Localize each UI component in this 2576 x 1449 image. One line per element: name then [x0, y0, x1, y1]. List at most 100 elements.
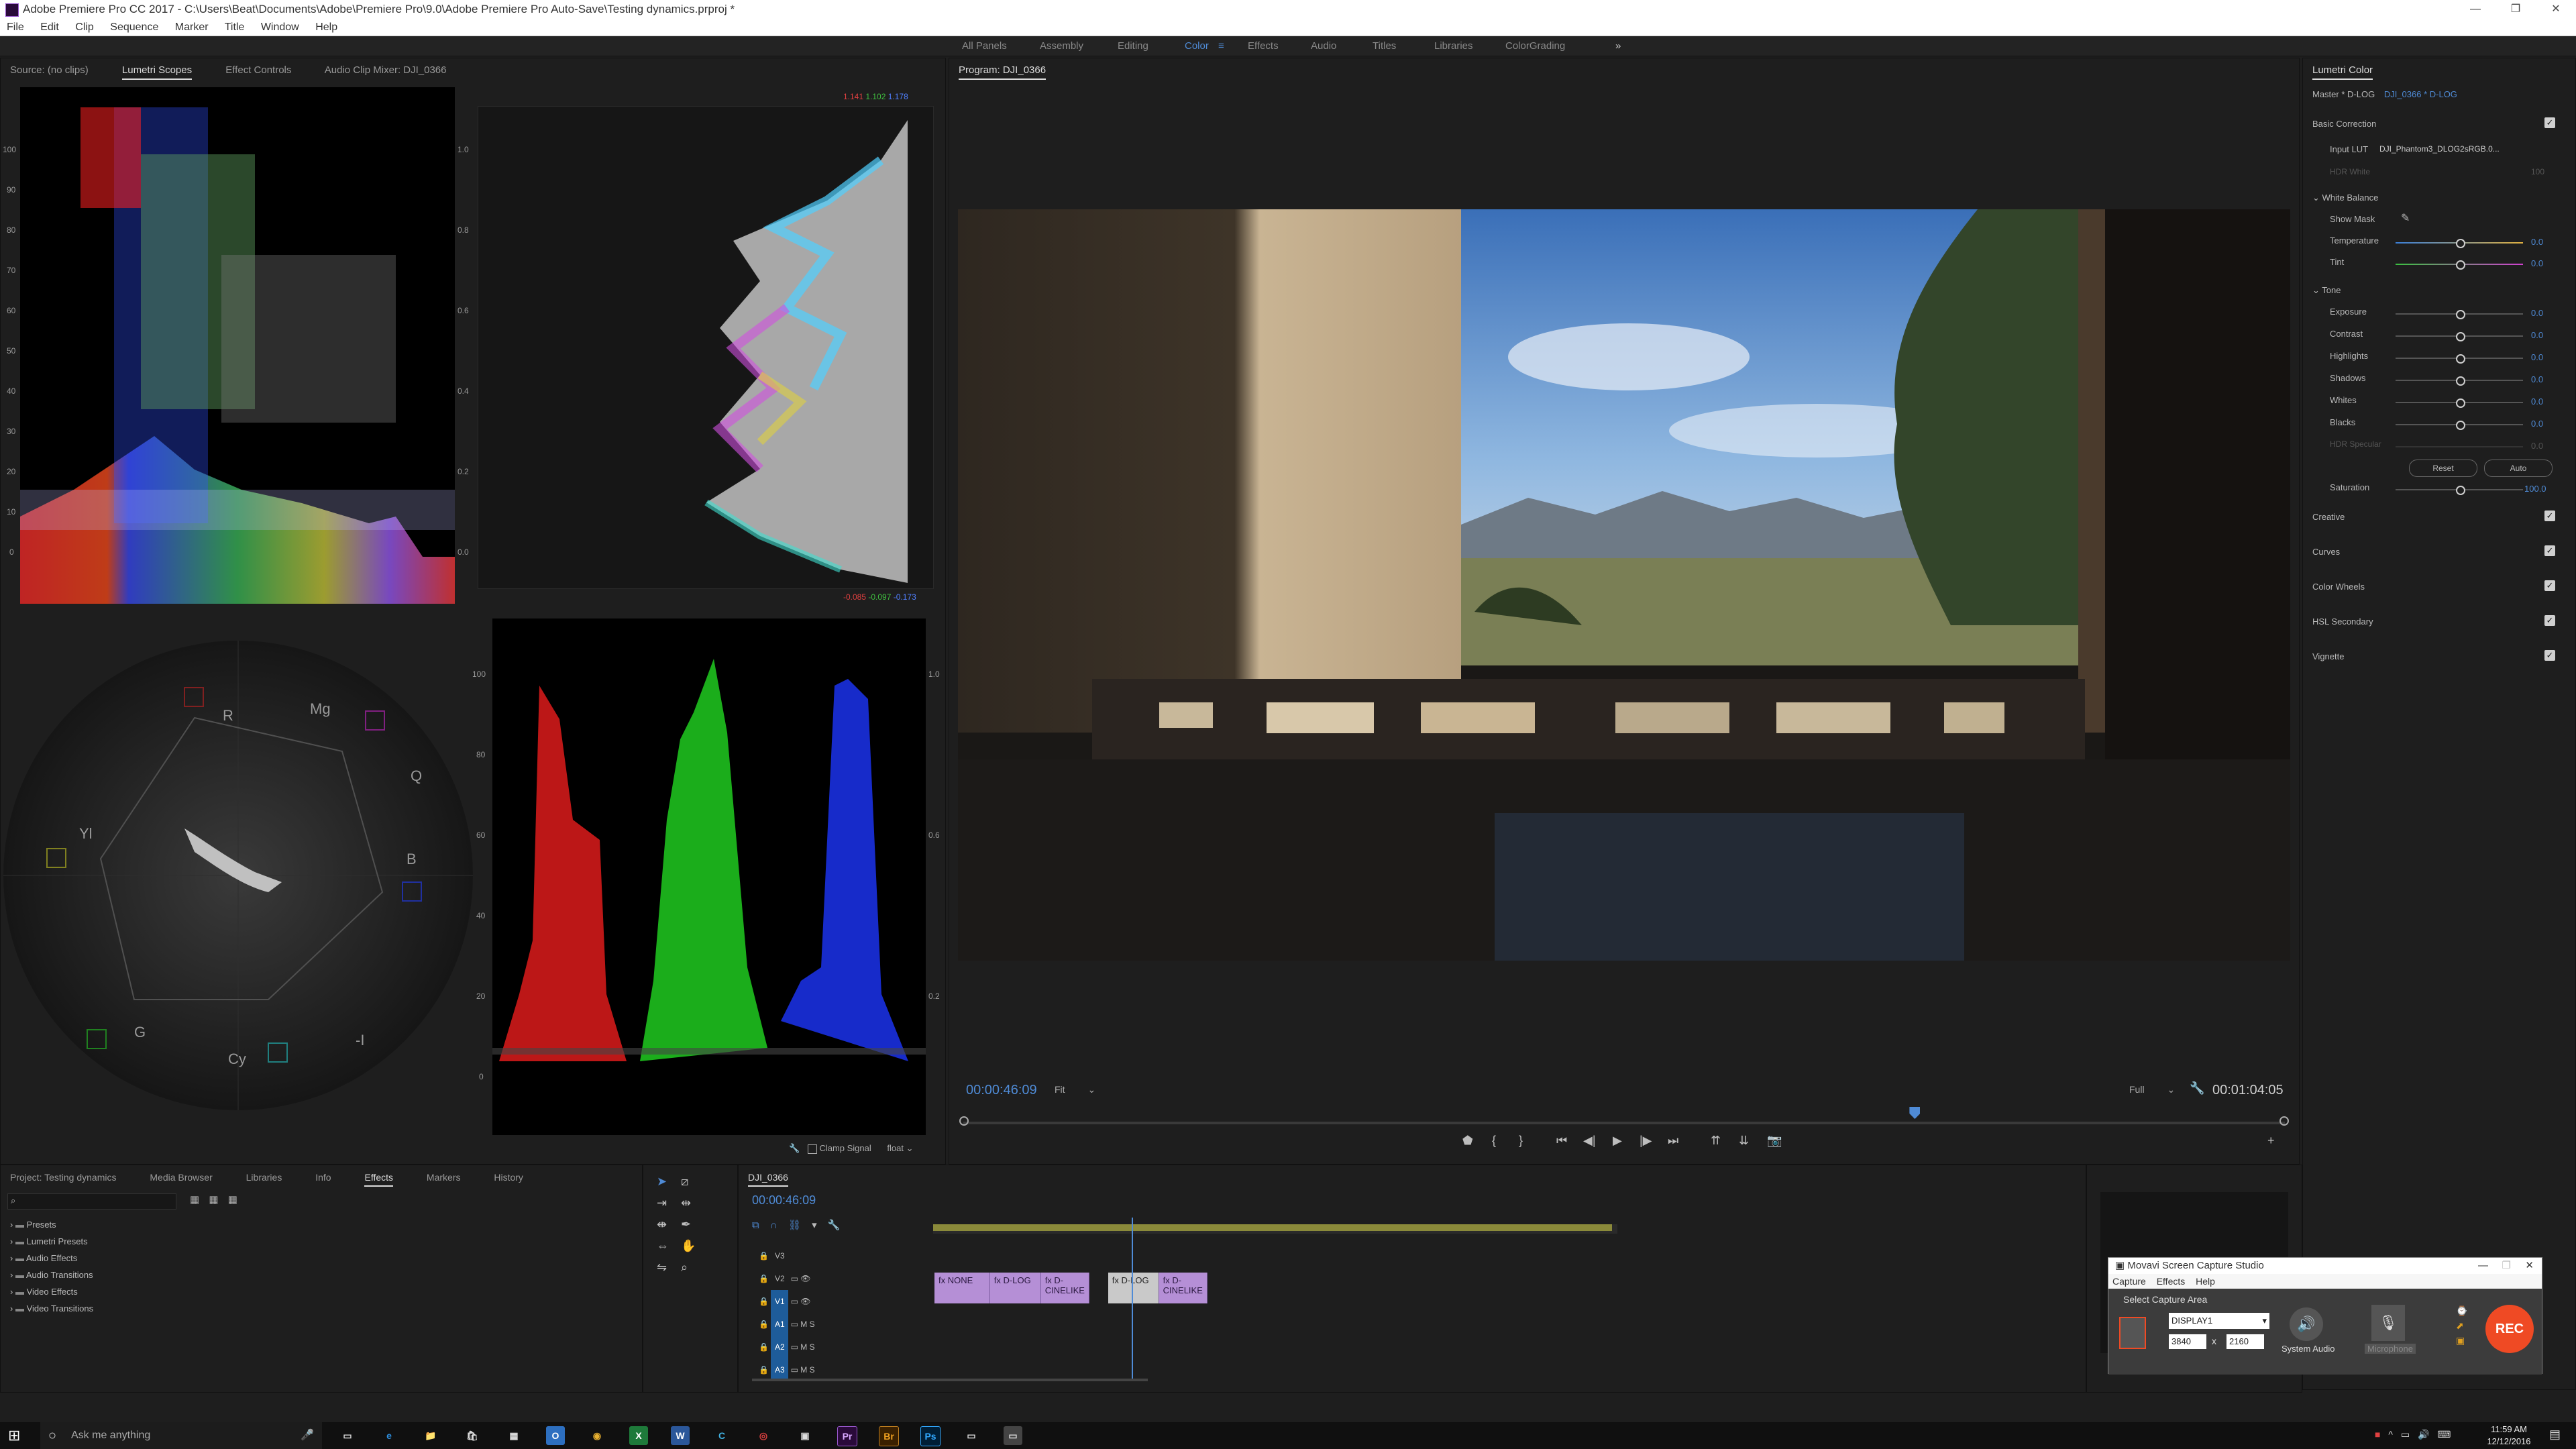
display-select[interactable]: DISPLAY1 ▾ — [2169, 1313, 2269, 1329]
extract-icon[interactable]: ⇊ — [1739, 1134, 1749, 1148]
cursor-effects-icon[interactable]: ⬈ — [2456, 1318, 2467, 1333]
timeline-timecode[interactable]: 00:00:46:09 — [752, 1193, 816, 1208]
menu-sequence[interactable]: Sequence — [110, 21, 158, 33]
menu-window[interactable]: Window — [261, 21, 299, 33]
wrench-icon[interactable]: 🔧 — [789, 1143, 800, 1153]
basic-correction-checkbox[interactable]: ✓ — [2544, 117, 2555, 128]
tab-audio-clip-mixer[interactable]: Audio Clip Mixer: DJI_0366 — [325, 64, 447, 76]
temperature-knob[interactable] — [2456, 239, 2465, 248]
vignette-checkbox[interactable]: ✓ — [2544, 650, 2555, 661]
input-lut-select[interactable]: DJI_Phantom3_DLOG2sRGB.0... — [2379, 142, 2554, 156]
clamp-signal-checkbox[interactable] — [807, 1144, 817, 1154]
webcam-icon[interactable]: ▣ — [2456, 1333, 2467, 1348]
program-scrubber-track[interactable] — [963, 1122, 2285, 1124]
movavi-maximize-button[interactable]: ❐ — [2502, 1258, 2511, 1274]
action-center-icon[interactable]: ▤ — [2549, 1428, 2561, 1442]
folder-audio-effects[interactable]: › ▬ Audio Effects — [10, 1250, 93, 1267]
tone-header[interactable]: ⌄ Tone — [2312, 285, 2341, 296]
capture-area-icon[interactable] — [2119, 1317, 2146, 1349]
movavi-minimize-button[interactable]: — — [2478, 1258, 2488, 1274]
outlook-icon[interactable]: O — [546, 1426, 565, 1445]
tab-effect-controls[interactable]: Effect Controls — [225, 64, 291, 76]
workspace-editing[interactable]: Editing — [1118, 36, 1148, 56]
tab-info[interactable]: Info — [315, 1172, 331, 1183]
tray-app-icon[interactable]: ■ — [2375, 1429, 2380, 1440]
razor-tool-icon[interactable]: ⧄ — [681, 1175, 688, 1189]
tint-value[interactable]: 0.0 — [2531, 258, 2543, 268]
pen-tool-icon[interactable]: ✒ — [681, 1218, 691, 1232]
workspace-audio[interactable]: Audio — [1311, 36, 1336, 56]
timeline-clip-dlog-2[interactable]: fx D-LOG — [1108, 1273, 1159, 1303]
32bit-effects-icon[interactable]: ▦ — [209, 1194, 218, 1205]
monitor-app-icon[interactable]: ▣ — [796, 1426, 814, 1445]
add-marker-icon[interactable]: ⬟ — [1462, 1134, 1473, 1148]
highlights-value[interactable]: 0.0 — [2531, 352, 2543, 362]
add-button-icon[interactable]: + — [2267, 1134, 2275, 1148]
tab-source[interactable]: Source: (no clips) — [10, 64, 89, 76]
workspace-titles[interactable]: Titles — [1373, 36, 1396, 56]
microphone-icon[interactable]: 🎙 — [2371, 1305, 2405, 1341]
keyboard-icon[interactable]: ⌨ — [2437, 1429, 2451, 1440]
add-marker-icon[interactable]: ▾ — [812, 1220, 817, 1231]
scrubber-end-handle[interactable] — [2279, 1116, 2289, 1126]
track-v2[interactable]: 🔒 V2 ▭ 👁 — [759, 1267, 815, 1290]
cortana-search-box[interactable]: ○ Ask me anything 🎤 — [40, 1422, 322, 1449]
menu-help[interactable]: Help — [315, 21, 337, 33]
scrubber-start-handle[interactable] — [959, 1116, 969, 1126]
contrast-value[interactable]: 0.0 — [2531, 330, 2543, 340]
menu-title[interactable]: Title — [225, 21, 245, 33]
slip-tool-icon[interactable]: ⇔ — [657, 1239, 669, 1253]
menu-marker[interactable]: Marker — [175, 21, 209, 33]
calculator-icon[interactable]: ▦ — [504, 1426, 523, 1445]
edge-browser-icon[interactable]: e — [380, 1426, 398, 1445]
mark-out-icon[interactable]: } — [1519, 1134, 1523, 1148]
ripple-edit-tool-icon[interactable]: ⇹ — [681, 1196, 691, 1210]
microphone-icon[interactable]: 🎤 — [301, 1422, 314, 1449]
lumetri-clip-selector[interactable]: Master * D-LOG DJI_0366 * D-LOG — [2312, 89, 2457, 99]
menu-edit[interactable]: Edit — [40, 21, 59, 33]
white-balance-header[interactable]: ⌄ White Balance — [2312, 193, 2378, 203]
curves-section[interactable]: Curves — [2312, 547, 2340, 557]
play-icon[interactable]: ▶ — [1613, 1134, 1622, 1148]
tab-history[interactable]: History — [494, 1172, 523, 1183]
quality-select[interactable]: Full ⌄ — [2129, 1084, 2175, 1095]
workspace-colorgrading[interactable]: ColorGrading — [1505, 36, 1565, 56]
tab-project[interactable]: Project: Testing dynamics — [10, 1172, 116, 1183]
volume-icon[interactable]: 🔊 — [2418, 1429, 2429, 1440]
capture-height-input[interactable]: 2160 — [2226, 1334, 2264, 1349]
go-to-out-icon[interactable]: ⏭ — [1668, 1134, 1678, 1148]
fit-select[interactable]: Fit ⌄ — [1055, 1084, 1095, 1095]
movavi-taskbar-icon[interactable]: ▭ — [1004, 1426, 1022, 1445]
rolling-edit-tool-icon[interactable]: ⇼ — [657, 1218, 667, 1232]
folder-video-effects[interactable]: › ▬ Video Effects — [10, 1283, 93, 1300]
color-wheels-checkbox[interactable]: ✓ — [2544, 580, 2555, 591]
timeline-clip-dcinelike-2[interactable]: fx D-CINELIKE — [1159, 1273, 1208, 1303]
accelerated-effects-icon[interactable]: ▦ — [190, 1194, 199, 1205]
workspace-assembly[interactable]: Assembly — [1040, 36, 1083, 56]
insert-sequence-icon[interactable]: ⧉ — [752, 1220, 759, 1231]
color-wheels-section[interactable]: Color Wheels — [2312, 582, 2365, 592]
tray-chevron-icon[interactable]: ^ — [2388, 1429, 2393, 1440]
movavi-close-button[interactable]: ✕ — [2525, 1258, 2534, 1274]
folder-video-transitions[interactable]: › ▬ Video Transitions — [10, 1300, 93, 1317]
schedule-icon[interactable]: ⌚ — [2456, 1303, 2467, 1318]
creative-checkbox[interactable]: ✓ — [2544, 511, 2555, 521]
hsl-secondary-section[interactable]: HSL Secondary — [2312, 616, 2373, 627]
tab-effects[interactable]: Effects — [364, 1172, 394, 1187]
workspace-color[interactable]: Color — [1185, 36, 1209, 56]
reset-button[interactable]: Reset — [2409, 460, 2477, 477]
microphone-select[interactable]: Microphone — [2365, 1344, 2416, 1354]
saturation-value[interactable]: 100.0 — [2524, 484, 2546, 494]
timeline-playhead[interactable] — [1131, 1218, 1133, 1379]
maximize-button[interactable]: ❐ — [2496, 0, 2536, 19]
mark-in-icon[interactable]: { — [1492, 1134, 1496, 1148]
workspace-libraries[interactable]: Libraries — [1434, 36, 1473, 56]
contrast-knob[interactable] — [2456, 332, 2465, 341]
recorder-app-icon[interactable]: ◎ — [754, 1426, 773, 1445]
network-icon[interactable]: ▭ — [2401, 1429, 2410, 1440]
highlights-knob[interactable] — [2456, 354, 2465, 364]
window-app-icon[interactable]: ▭ — [962, 1426, 981, 1445]
effects-search-input[interactable]: ⌕ — [7, 1193, 176, 1210]
exposure-knob[interactable] — [2456, 310, 2465, 319]
selection-tool-icon[interactable]: ➤ — [657, 1175, 667, 1189]
